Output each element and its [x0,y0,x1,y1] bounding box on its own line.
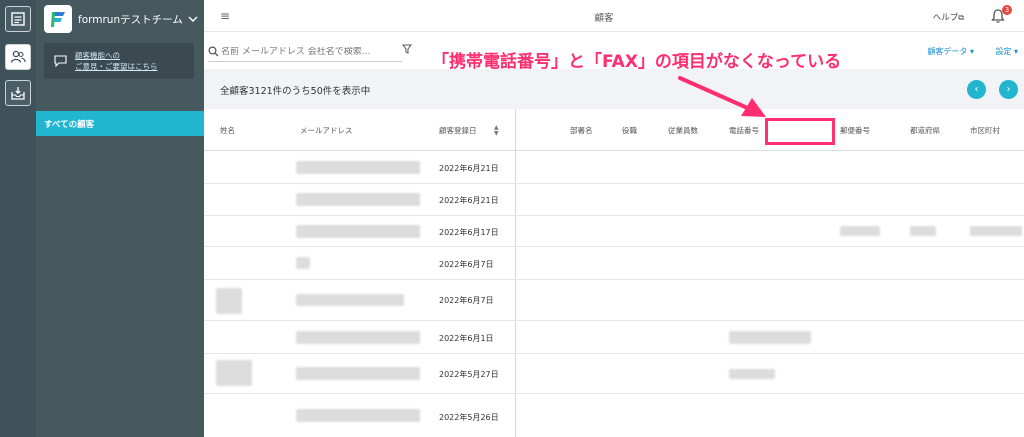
result-count: 全顧客3121件のうち50件を表示中 [220,86,371,97]
redacted-email [296,409,420,422]
icon-rail [0,0,36,437]
redacted-email [296,161,420,174]
table-row[interactable]: 2022年6月7日 [204,247,1024,280]
redacted-postal [840,226,880,236]
header-postal[interactable]: 郵便番号 [840,125,870,136]
sort-icon[interactable]: ▲ ▼ [494,125,499,137]
header-prefecture[interactable]: 都道府県 [910,125,940,136]
external-link-icon: ⧉ [958,13,964,22]
sidebar-item-all-customers[interactable]: すべての顧客 [36,111,204,136]
table-row[interactable]: 2022年6月17日 [204,216,1024,247]
search-icon [208,46,219,57]
registered-date: 2022年6月21日 [439,164,499,173]
settings-dropdown[interactable]: 設定 ▾ [995,46,1018,57]
customers-nav-button[interactable] [5,44,31,70]
table-row[interactable]: 2022年6月7日 [204,280,1024,321]
next-page-button[interactable]: › [999,80,1018,99]
prev-page-button[interactable]: ‹ [967,80,986,99]
search-box [208,42,402,62]
form-icon [11,12,25,26]
feedback-line1: 顧客機能への [75,51,120,60]
team-name: formrunテストチーム [78,13,183,26]
redacted-email [296,367,420,380]
search-input[interactable] [221,46,401,57]
top-bar: ≡ 顧客 ヘルプ⧉ 3 [204,0,1024,32]
page-title: 顧客 [594,13,614,24]
header-employees[interactable]: 従業員数 [668,125,698,136]
registered-date: 2022年5月26日 [439,413,499,422]
inbox-nav-button[interactable] [5,80,31,106]
registered-date: 2022年6月7日 [439,260,494,269]
redacted-phone [729,331,811,344]
redacted-name [216,360,252,386]
redacted-email [296,257,310,269]
table-row[interactable]: 2022年5月27日 [204,354,1024,394]
customer-data-dropdown[interactable]: 顧客データ ▾ [927,46,974,57]
annotation-highlight-box [765,118,835,145]
team-switcher[interactable]: formrunテストチーム [44,4,198,34]
inbox-icon [11,87,25,100]
table-row[interactable]: 2022年6月21日 [204,184,1024,216]
redacted-name [216,288,242,314]
header-position[interactable]: 役職 [622,125,637,136]
header-department[interactable]: 部署名 [570,125,593,136]
comment-icon [54,55,67,67]
annotation-text: 「携帯電話番号」と「FAX」の項目がなくなっている [432,52,842,72]
count-bar: 全顧客3121件のうち50件を表示中 ‹ › [204,69,1024,109]
forms-nav-button[interactable] [5,6,31,32]
redacted-phone [729,369,775,379]
help-label: ヘルプ [932,13,959,23]
registered-date: 2022年6月7日 [439,296,494,305]
notification-badge: 3 [1002,5,1012,15]
registered-date: 2022年5月27日 [439,370,499,379]
filter-icon[interactable] [402,44,412,54]
redacted-email [296,193,420,206]
registered-date: 2022年6月21日 [439,196,499,205]
registered-date: 2022年6月17日 [439,228,499,237]
feedback-line2: ご意見・ご要望はこちら [75,62,158,71]
sidebar: formrunテストチーム 顧客機能への ご意見・ご要望はこちら すべての顧客 [36,0,204,437]
table-row[interactable]: 2022年6月21日 [204,151,1024,184]
formrun-logo [44,5,72,33]
header-email[interactable]: メールアドレス [300,125,353,136]
feedback-link[interactable]: 顧客機能への ご意見・ご要望はこちら [44,43,194,79]
help-link[interactable]: ヘルプ⧉ [933,11,964,23]
header-city[interactable]: 市区町村 [970,125,1000,136]
users-icon [10,50,26,63]
table-row[interactable]: 2022年6月1日 [204,321,1024,354]
header-phone[interactable]: 電話番号 [729,125,759,136]
redacted-email [296,225,420,238]
redacted-email [296,331,420,344]
redacted-prefecture [910,226,936,236]
customer-table: 姓名 メールアドレス 顧客登録日 ▲ ▼ 部署名 役職 従業員数 電話番号 郵便番… [204,109,1024,437]
table-row[interactable]: 2022年5月26日 [204,394,1024,437]
redacted-email [296,294,404,306]
table-header: 姓名 メールアドレス 顧客登録日 ▲ ▼ 部署名 役職 従業員数 電話番号 郵便番… [204,109,1024,151]
redacted-city [970,226,1022,236]
header-registered[interactable]: 顧客登録日 [439,125,477,136]
chevron-down-icon [188,16,198,22]
header-name[interactable]: 姓名 [220,125,235,136]
registered-date: 2022年6月1日 [439,334,494,343]
